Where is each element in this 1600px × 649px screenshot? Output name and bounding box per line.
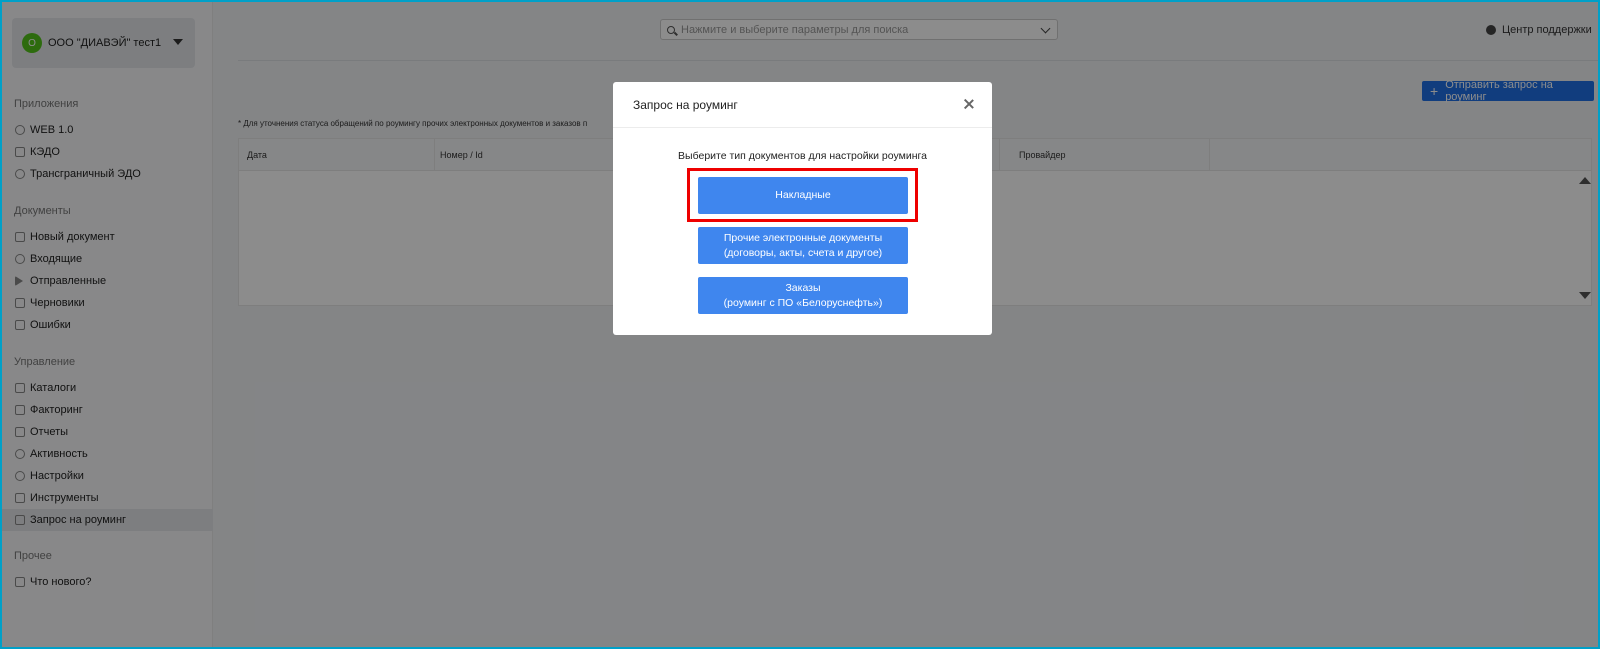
modal-title: Запрос на роуминг xyxy=(633,97,738,112)
option-sublabel: (договоры, акты, счета и другое) xyxy=(723,246,883,259)
modal-prompt: Выберите тип документов для настройки ро… xyxy=(678,150,927,162)
close-icon[interactable] xyxy=(963,98,975,110)
option-label: Прочие электронные документы xyxy=(723,231,883,244)
option-orders-button[interactable]: Заказы (роуминг с ПО «Белоруснефть») xyxy=(698,277,908,314)
roaming-request-modal: Запрос на роуминг Выберите тип документо… xyxy=(613,82,992,335)
option-label: Заказы xyxy=(785,281,821,294)
option-sublabel: (роуминг с ПО «Белоруснефть») xyxy=(723,296,883,309)
option-other-documents-button[interactable]: Прочие электронные документы (договоры, … xyxy=(698,227,908,264)
app-window: О ООО "ДИАВЭЙ" тест1 Приложения WEB 1.0 … xyxy=(2,2,1598,647)
modal-header: Запрос на роуминг xyxy=(613,82,992,128)
highlight-box xyxy=(687,168,918,222)
